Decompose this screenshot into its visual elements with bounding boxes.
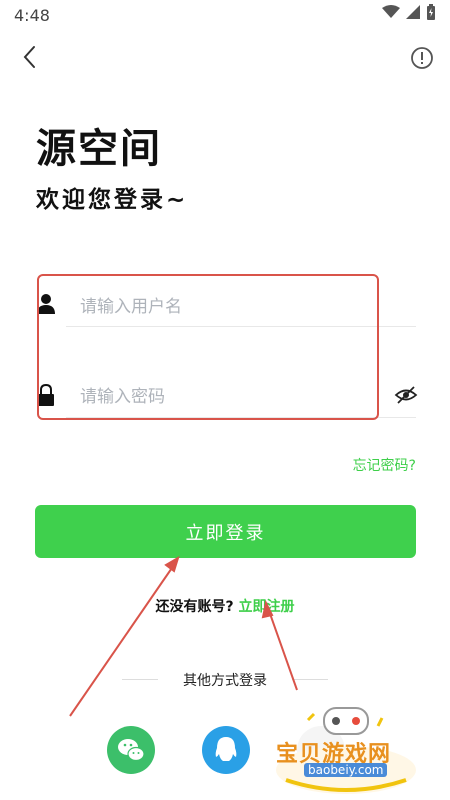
- login-button[interactable]: 立即登录: [35, 505, 416, 558]
- user-icon: [36, 293, 56, 315]
- register-link[interactable]: 立即注册: [239, 599, 295, 615]
- welcome-text: 欢迎您登录~: [36, 187, 189, 213]
- eye-off-icon: [394, 386, 418, 404]
- qq-login-button[interactable]: [202, 726, 250, 774]
- wifi-icon: [382, 5, 400, 18]
- signal-icon: [406, 5, 420, 19]
- username-underline: [66, 326, 416, 327]
- app-title: 源空间: [36, 126, 162, 172]
- other-login-label: 其他方式登录: [183, 673, 267, 689]
- forgot-password-link[interactable]: 忘记密码?: [353, 455, 416, 475]
- toggle-password-visibility[interactable]: [394, 384, 418, 406]
- wechat-icon: [118, 739, 145, 762]
- watermark-domain: baobeiy.com: [304, 763, 388, 777]
- status-icons: [382, 4, 436, 20]
- wechat-login-button[interactable]: [107, 726, 155, 774]
- password-input[interactable]: [78, 381, 382, 413]
- register-row: 还没有账号? 立即注册: [0, 596, 450, 616]
- register-prompt: 还没有账号?: [155, 599, 234, 615]
- back-button[interactable]: [18, 44, 44, 70]
- info-circle-icon: [411, 47, 433, 69]
- username-input[interactable]: [78, 291, 402, 323]
- chevron-left-icon: [23, 46, 35, 68]
- status-time: 4:48: [14, 6, 50, 25]
- qq-icon: [215, 737, 237, 761]
- info-button[interactable]: [410, 46, 434, 70]
- battery-icon: [427, 4, 435, 20]
- password-underline: [66, 417, 416, 418]
- lock-icon: [37, 383, 55, 406]
